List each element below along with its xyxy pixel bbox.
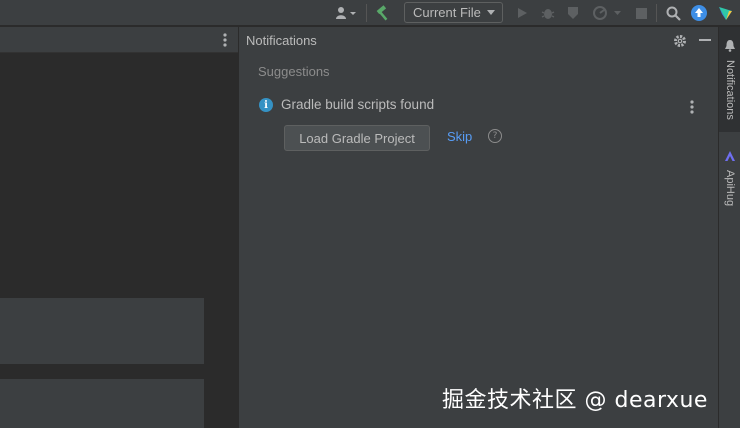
- notifications-panel: Notifications Suggestions i Gradle build…: [238, 27, 718, 428]
- run-config-dropdown[interactable]: Current File: [404, 2, 503, 23]
- watermark: 掘金技术社区 @ dearxue: [442, 388, 708, 413]
- minimize-icon[interactable]: [699, 39, 711, 41]
- placeholder-card: [0, 298, 204, 364]
- user-icon[interactable]: [333, 4, 359, 22]
- apihug-icon: [724, 147, 736, 166]
- debug-icon[interactable]: [539, 4, 557, 22]
- notification-menu-icon[interactable]: [688, 99, 696, 115]
- right-tool-stripe: Notifications ApiHug: [718, 27, 740, 428]
- main-toolbar: Current File: [0, 0, 740, 26]
- help-icon[interactable]: ?: [488, 129, 502, 143]
- tab-notifications-label: Notifications: [724, 60, 736, 120]
- hammer-icon[interactable]: [374, 4, 392, 22]
- update-icon[interactable]: [690, 4, 708, 22]
- search-icon[interactable]: [664, 4, 682, 22]
- tab-notifications[interactable]: Notifications: [719, 27, 740, 132]
- tab-apihug-label: ApiHug: [724, 170, 736, 207]
- editor-area: [0, 54, 238, 428]
- gear-icon[interactable]: [673, 33, 687, 47]
- notification-message: Gradle build scripts found: [281, 97, 435, 112]
- bell-icon: [725, 37, 735, 56]
- section-label: Suggestions: [258, 64, 330, 79]
- plugin-icon[interactable]: [716, 4, 734, 22]
- placeholder-card: [0, 379, 204, 428]
- coverage-icon[interactable]: [564, 4, 582, 22]
- run-config-label: Current File: [413, 5, 481, 20]
- panel-title: Notifications: [246, 33, 317, 48]
- run-icon[interactable]: [514, 4, 530, 22]
- load-gradle-project-button[interactable]: Load Gradle Project: [284, 125, 430, 151]
- editor-tab-bar: [0, 27, 238, 53]
- profile-icon[interactable]: [590, 4, 624, 22]
- stop-icon[interactable]: [633, 4, 649, 22]
- tab-apihug[interactable]: ApiHug: [719, 145, 740, 215]
- toolbar-divider: [366, 4, 367, 22]
- toolbar-divider: [656, 4, 657, 22]
- chevron-down-icon: [487, 10, 495, 15]
- skip-link[interactable]: Skip: [447, 129, 472, 144]
- info-icon: i: [259, 98, 273, 112]
- more-options-icon[interactable]: [220, 32, 230, 48]
